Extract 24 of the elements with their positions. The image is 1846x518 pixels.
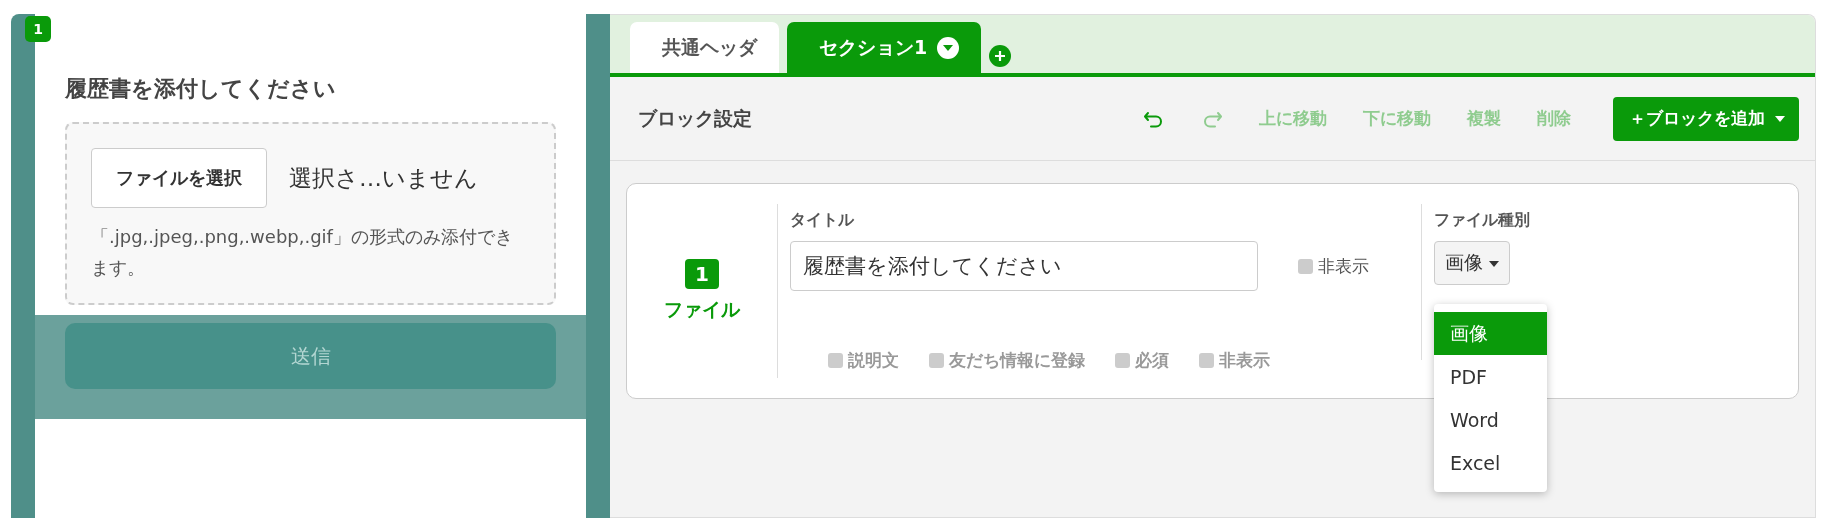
block-number-badge: 1 [685, 259, 719, 289]
caret-icon[interactable] [937, 36, 960, 59]
section-tab[interactable]: 共通ヘッダ [630, 22, 779, 73]
toolbar-title: ブロック設定 [638, 105, 753, 131]
add-icon[interactable] [989, 45, 1012, 67]
menu-item[interactable]: 画像 [1434, 312, 1547, 355]
field-label: タイトル [790, 210, 855, 231]
hide-checkbox[interactable]: 非表示 [1298, 254, 1369, 278]
choose-file-button[interactable]: ファイルを選択 [91, 148, 267, 208]
title-input[interactable]: 履歴書を添付してください [790, 241, 1258, 291]
file-type-select[interactable]: 画像 [1434, 241, 1510, 285]
form-title: 履歴書を添付してください [65, 75, 337, 103]
file-status-text: 選択さ…いません [289, 163, 478, 193]
block-type-label: ファイル [664, 297, 740, 322]
tab-label: 共通ヘッダ [662, 34, 757, 60]
block-number-badge: 1 [25, 16, 51, 42]
add-block-button[interactable]: ＋ブロックを追加 [1613, 96, 1799, 141]
tab-label: セクション1 [819, 34, 928, 60]
menu-item[interactable]: Excel [1434, 441, 1547, 484]
file-format-hint: 「.jpg,.jpeg,.png,.webp,.gif」の形式のみ添付できます。 [91, 225, 514, 280]
menu-item[interactable]: PDF [1434, 355, 1547, 398]
field-label: ファイル種別 [1434, 210, 1530, 231]
section-tab[interactable]: セクション1 [787, 22, 982, 73]
menu-item[interactable]: Word [1434, 398, 1547, 441]
